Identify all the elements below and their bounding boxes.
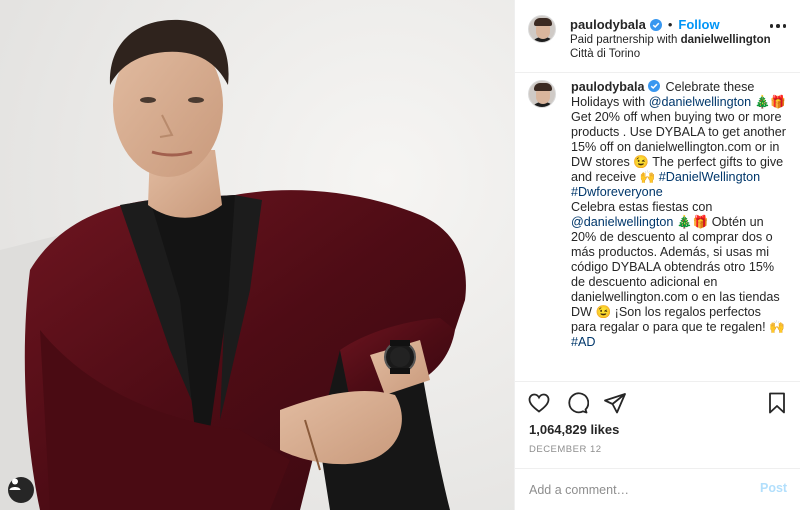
bookmark-icon[interactable] bbox=[765, 391, 789, 415]
mention-link[interactable]: @danielwellington bbox=[649, 95, 751, 109]
paper-plane-icon[interactable] bbox=[603, 391, 627, 415]
caption-username[interactable]: paulodybala bbox=[571, 80, 644, 94]
partner-link[interactable]: danielwellington bbox=[681, 34, 771, 46]
post-date[interactable]: DECEMBER 12 bbox=[529, 444, 602, 455]
hashtag-link[interactable]: #DanielWellington bbox=[659, 170, 760, 184]
photo-illustration bbox=[0, 0, 514, 510]
verified-badge-icon bbox=[649, 18, 662, 31]
comment-bar: Post bbox=[515, 468, 800, 510]
header-title-row: paulodybala • Follow bbox=[570, 17, 720, 32]
caption-area: paulodybala Celebrate these Holidays with… bbox=[515, 74, 800, 380]
follow-button[interactable]: Follow bbox=[678, 17, 719, 32]
partnership-prefix: Paid partnership with bbox=[570, 34, 681, 46]
verified-badge-icon bbox=[648, 80, 661, 92]
comment-bubble-icon[interactable] bbox=[565, 391, 589, 415]
username-link[interactable]: paulodybala bbox=[570, 17, 646, 32]
post-caption: paulodybala Celebrate these Holidays with… bbox=[571, 80, 789, 350]
post-header: paulodybala • Follow Paid partnership wi… bbox=[515, 0, 800, 73]
hashtag-link[interactable]: #AD bbox=[571, 335, 596, 349]
post-comment-button[interactable]: Post bbox=[760, 481, 787, 495]
likes-count[interactable]: 1,064,829 likes bbox=[529, 422, 619, 437]
mention-link[interactable]: @danielwellington bbox=[571, 215, 673, 229]
comment-input[interactable] bbox=[529, 477, 749, 503]
location-link[interactable]: Città di Torino bbox=[570, 48, 640, 60]
avatar[interactable] bbox=[528, 80, 556, 108]
paid-partnership-label: Paid partnership with danielwellington bbox=[570, 34, 771, 46]
caption-body: Celebrate these Holidays with @danielwel… bbox=[571, 80, 786, 349]
heart-icon[interactable] bbox=[527, 391, 551, 415]
caption-text: 🎄🎁 Obtén un 20% de descuento al comprar … bbox=[571, 215, 785, 334]
caption-text: Celebra estas fiestas con bbox=[571, 200, 713, 214]
user-tag-icon bbox=[9, 478, 21, 490]
more-options-icon[interactable] bbox=[767, 19, 789, 33]
hashtag-link[interactable]: #Dwforeveryone bbox=[571, 185, 663, 199]
post-details-panel: paulodybala • Follow Paid partnership wi… bbox=[514, 0, 800, 510]
post-photo[interactable] bbox=[0, 0, 514, 510]
avatar[interactable] bbox=[528, 15, 556, 43]
action-bar bbox=[515, 381, 800, 421]
tag-people-button[interactable] bbox=[8, 477, 34, 503]
separator-dot: • bbox=[667, 17, 673, 32]
